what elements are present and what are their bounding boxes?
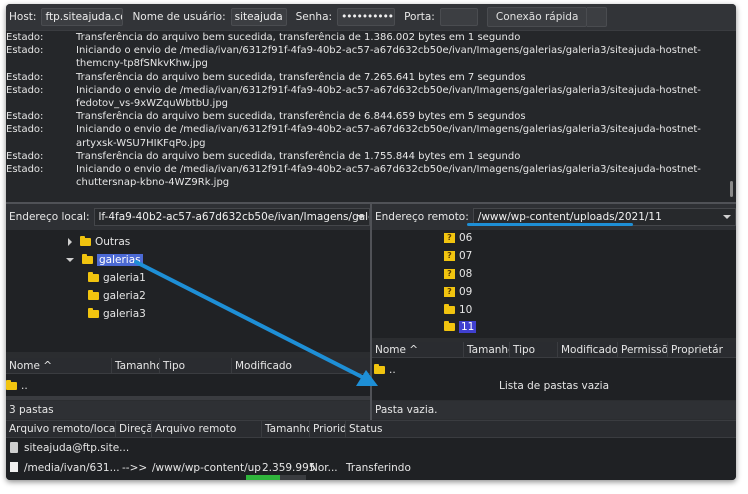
arrow-head xyxy=(356,370,378,386)
filezilla-window: Host: ftp.siteajuda.com Nome de usuário:… xyxy=(6,4,736,480)
arrow-shaft xyxy=(134,260,370,382)
annotation-arrow xyxy=(134,260,378,386)
